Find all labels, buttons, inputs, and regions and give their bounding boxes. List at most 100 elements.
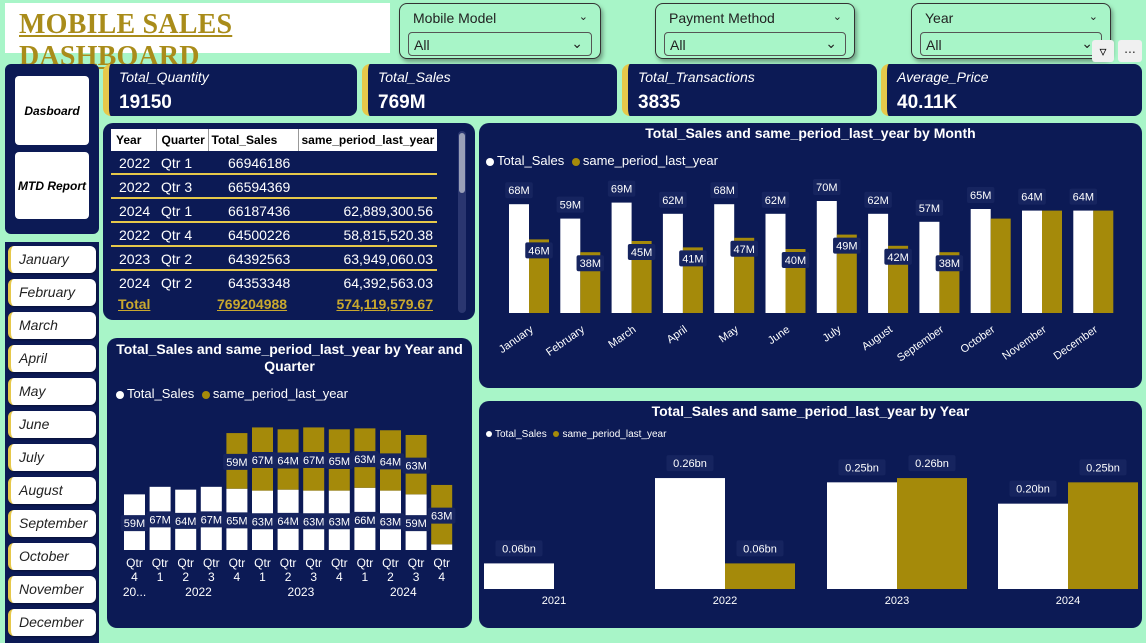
total-sales-bar[interactable] <box>827 482 897 589</box>
month-button-january[interactable]: January <box>8 246 96 273</box>
slicer-value: All <box>926 37 942 53</box>
legend-label[interactable]: same_period_last_year <box>562 429 666 440</box>
column-header[interactable]: Quarter <box>156 129 209 151</box>
slicer-label: Payment Method <box>669 10 775 26</box>
table-row[interactable]: 2022 Qtr 3 66594369 <box>111 175 437 199</box>
total-sales-bar[interactable] <box>1022 210 1042 313</box>
data-label: 65M <box>226 515 247 527</box>
year-group-label: 2024 <box>390 585 417 599</box>
cell-total-sales: 66946186 <box>228 155 291 171</box>
same-period-bar[interactable] <box>1042 210 1062 313</box>
slicer-dropdown[interactable]: All ⌄ <box>664 32 846 56</box>
sales-table-panel: Year Quarter Total_Sales same_period_las… <box>103 123 475 320</box>
slicer-dropdown[interactable]: All ⌄ <box>408 32 592 56</box>
mtd-report-nav-button[interactable]: MTD Report <box>15 152 89 219</box>
x-tick-label: December <box>1052 323 1101 362</box>
slicer-year[interactable]: Year ⌄ All ⌄ <box>911 3 1111 59</box>
data-label: 63M <box>431 511 452 523</box>
data-label: 63M <box>405 461 426 473</box>
cell-year: 2022 <box>119 227 151 243</box>
x-tick-label: March <box>606 324 638 351</box>
total-sales-bar[interactable] <box>509 204 529 313</box>
x-tick-label: September <box>895 323 946 364</box>
cell-same-period: 62,889,300.56 <box>343 203 433 219</box>
month-button-september[interactable]: September <box>8 510 96 537</box>
chevron-down-icon[interactable]: ⌄ <box>1089 10 1098 23</box>
same-period-bar[interactable] <box>725 563 795 589</box>
x-tick-label: 1 <box>362 570 369 584</box>
month-button-october[interactable]: October <box>8 543 96 570</box>
month-button-november[interactable]: November <box>8 576 96 603</box>
total-sales-bar[interactable] <box>1073 210 1094 313</box>
slicer-value: All <box>670 37 686 53</box>
total-sales-bar[interactable] <box>655 478 725 589</box>
x-tick-label: 4 <box>336 570 343 584</box>
table-row[interactable]: 2022 Qtr 4 64500226 58,815,520.38 <box>111 223 437 247</box>
total-sales-bar[interactable] <box>970 209 991 313</box>
year-quarter-chart-panel: Total_Sales and same_period_last_year by… <box>107 338 472 628</box>
column-header[interactable]: Total_Sales <box>208 129 299 151</box>
x-tick-label: Qtr <box>382 556 399 570</box>
total-sales-bar[interactable] <box>714 204 735 313</box>
cell-total-sales: 64500226 <box>228 227 291 243</box>
month-button-august[interactable]: August <box>8 477 96 504</box>
month-button-june[interactable]: June <box>8 411 96 438</box>
data-label: 65M <box>329 456 350 468</box>
month-button-july[interactable]: July <box>8 444 96 471</box>
data-label: 38M <box>939 258 960 270</box>
data-label: 0.06bn <box>743 543 777 555</box>
chevron-down-icon[interactable]: ⌄ <box>579 10 588 23</box>
month-button-december[interactable]: December <box>8 609 96 636</box>
data-label: 68M <box>713 185 734 197</box>
same-period-bar[interactable] <box>1068 482 1138 589</box>
same-period-bar[interactable] <box>897 478 967 589</box>
legend-label[interactable]: same_period_last_year <box>583 153 718 168</box>
data-label: 68M <box>508 185 529 197</box>
year-chart-panel: Total_Sales and same_period_last_year by… <box>479 401 1142 628</box>
table-row[interactable]: 2023 Qtr 2 64392563 63,949,060.03 <box>111 247 437 271</box>
total-sales-bar[interactable] <box>816 201 837 313</box>
filter-icon[interactable]: ▿ <box>1092 40 1114 62</box>
table-scrollbar-thumb[interactable] <box>459 133 465 193</box>
legend-dot <box>116 390 124 399</box>
cell-quarter: Qtr 1 <box>161 155 193 171</box>
legend-dot <box>201 390 210 399</box>
legend-label[interactable]: Total_Sales <box>495 429 547 440</box>
more-options-icon[interactable]: ... <box>1118 40 1142 62</box>
data-label: 0.20bn <box>1016 484 1050 496</box>
cell-quarter: Qtr 3 <box>161 179 193 195</box>
month-button-march[interactable]: March <box>8 312 96 339</box>
x-tick-label: Qtr <box>177 556 194 570</box>
table-row[interactable]: 2024 Qtr 2 64353348 64,392,563.03 <box>111 271 437 294</box>
legend-dot <box>486 157 494 166</box>
slicer-payment-method[interactable]: Payment Method ⌄ All ⌄ <box>655 3 855 59</box>
total-sales-bar[interactable] <box>431 544 453 550</box>
data-label: 64M <box>1021 192 1042 204</box>
legend-label[interactable]: Total_Sales <box>127 386 194 401</box>
month-button-may[interactable]: May <box>8 378 96 405</box>
column-header[interactable]: same_period_last_year <box>298 129 437 151</box>
x-tick-label: Qtr <box>254 556 271 570</box>
data-label: 67M <box>149 514 170 526</box>
total-sales-bar[interactable] <box>484 563 554 589</box>
chart-title: Total_Sales and same_period_last_year by… <box>645 125 976 141</box>
total-sales-bar[interactable] <box>998 503 1068 589</box>
data-label: 63M <box>252 516 273 528</box>
slicer-dropdown[interactable]: All ⌄ <box>920 32 1102 56</box>
table-row[interactable]: 2022 Qtr 1 66946186 <box>111 151 437 175</box>
table-scrollbar-track[interactable] <box>458 131 466 313</box>
same-period-bar[interactable] <box>1093 210 1114 313</box>
cell-year: 2023 <box>119 251 151 267</box>
dashboard-nav-button[interactable]: Dasboard <box>15 76 89 145</box>
legend-label[interactable]: same_period_last_year <box>213 386 348 401</box>
column-header[interactable]: Year <box>111 129 157 151</box>
kpi-title: Total_Sales <box>378 69 451 85</box>
same-period-bar[interactable] <box>990 218 1011 313</box>
chevron-down-icon[interactable]: ⌄ <box>833 10 842 23</box>
legend-label[interactable]: Total_Sales <box>497 153 564 168</box>
table-row[interactable]: 2024 Qtr 1 66187436 62,889,300.56 <box>111 199 437 223</box>
total-same-period-value: 574,119,579.67 <box>336 296 433 312</box>
slicer-mobile-model[interactable]: Mobile Model ⌄ All ⌄ <box>399 3 601 59</box>
month-button-april[interactable]: April <box>8 345 96 372</box>
month-button-february[interactable]: February <box>8 279 96 306</box>
